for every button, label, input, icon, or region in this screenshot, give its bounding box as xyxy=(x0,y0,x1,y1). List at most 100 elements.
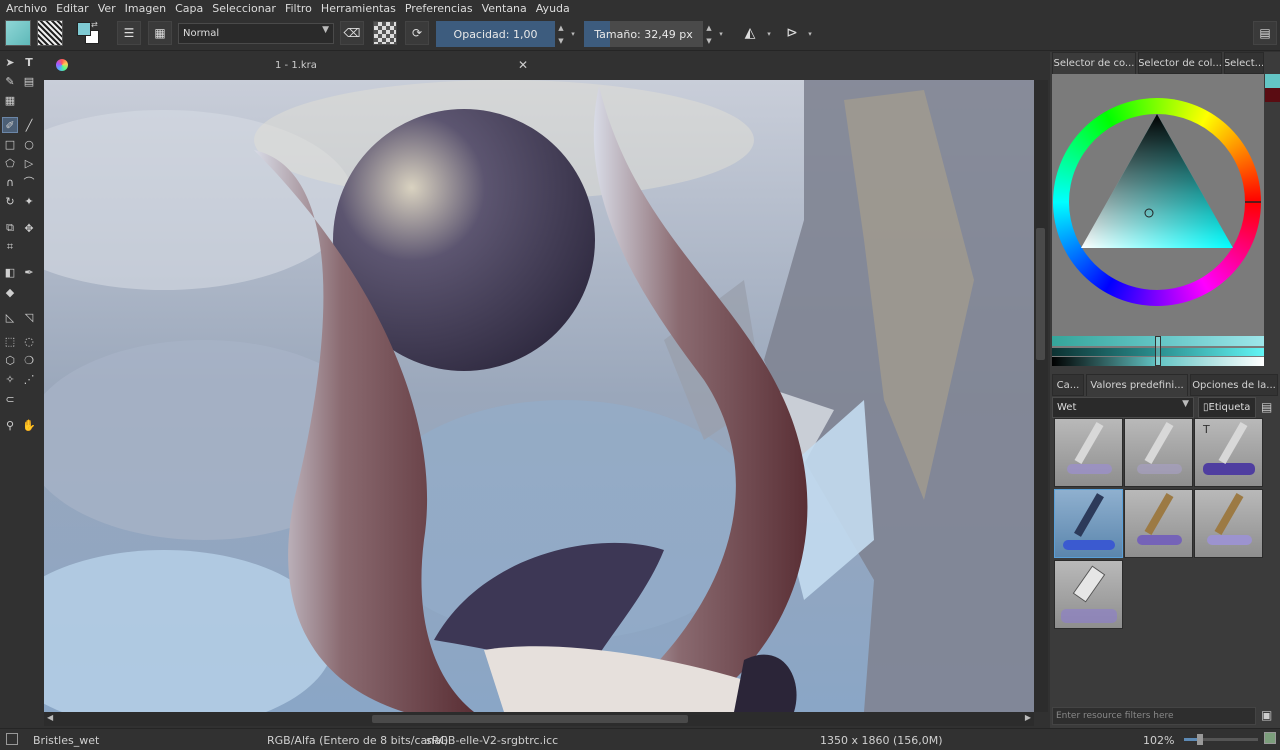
text-tool-icon[interactable]: T xyxy=(21,54,37,70)
mirror-h-dropdown-icon[interactable]: ▾ xyxy=(764,21,774,47)
menu-preferencias[interactable]: Preferencias xyxy=(405,2,473,15)
horizontal-scroll-thumb[interactable] xyxy=(372,715,688,723)
tag-select[interactable]: ▯ Etiqueta xyxy=(1198,397,1256,418)
flip-horizontal-icon[interactable]: ◭ xyxy=(738,21,762,45)
color-slider-handle[interactable] xyxy=(1155,336,1161,366)
reload-icon[interactable]: ⟳ xyxy=(405,21,429,45)
preset-view-options-icon[interactable]: ▤ xyxy=(1261,400,1272,414)
menu-filtro[interactable]: Filtro xyxy=(285,2,312,15)
preset-filter-select[interactable]: Wet ▼ xyxy=(1052,397,1194,418)
tab-color-selector-3[interactable]: Select... xyxy=(1224,52,1264,74)
eraser-icon[interactable]: ⌫ xyxy=(340,21,364,45)
flip-vertical-icon[interactable]: ⊳ xyxy=(780,21,804,45)
close-tab-icon[interactable]: ✕ xyxy=(518,58,528,72)
freehand-select-icon[interactable]: ❍ xyxy=(21,352,37,368)
canvas[interactable] xyxy=(44,80,1034,712)
size-dropdown-icon[interactable]: ▾ xyxy=(716,21,726,47)
menu-ver[interactable]: Ver xyxy=(98,2,116,15)
ellipse-tool-icon[interactable]: ○ xyxy=(21,136,37,152)
swap-colors-icon[interactable]: ⇄ xyxy=(91,20,98,29)
brush-preset-5[interactable] xyxy=(1124,489,1193,558)
contiguous-select-icon[interactable]: ✧ xyxy=(2,371,18,387)
transform-tool-icon[interactable]: ⧉ xyxy=(2,220,18,236)
assistant-tool-icon[interactable]: ◺ xyxy=(2,309,18,325)
scroll-left-icon[interactable]: ◀ xyxy=(47,713,53,722)
fill-tool-icon[interactable]: ◆ xyxy=(2,284,18,300)
brush-preset-4-selected[interactable] xyxy=(1054,489,1123,558)
fg-bg-color-selector[interactable]: ⇄ xyxy=(76,20,102,47)
rectangle-tool-icon[interactable]: □ xyxy=(2,136,18,152)
freehand-path-icon[interactable]: ⌒ xyxy=(21,174,37,190)
fullscreen-icon[interactable] xyxy=(1264,732,1276,744)
menu-seleccionar[interactable]: Seleccionar xyxy=(212,2,276,15)
polyline-tool-icon[interactable]: ▷ xyxy=(21,155,37,171)
pattern-swatch[interactable] xyxy=(37,20,63,46)
opacity-slider[interactable]: Opacidad: 1,00 xyxy=(436,21,555,47)
menu-herramientas[interactable]: Herramientas xyxy=(321,2,396,15)
bezier-select-icon[interactable]: ⊂ xyxy=(2,391,18,407)
zoom-level[interactable]: 102% xyxy=(1143,734,1174,747)
menu-editar[interactable]: Editar xyxy=(56,2,89,15)
horizontal-scrollbar[interactable]: ◀ ▶ xyxy=(44,712,1034,726)
tab-advanced-color-selector[interactable]: Selector de co... xyxy=(1052,52,1136,74)
vertical-scroll-thumb[interactable] xyxy=(1036,228,1045,360)
preset-chooser-icon[interactable]: ▦ xyxy=(148,21,172,45)
recent-color-swatch-2[interactable] xyxy=(1265,88,1280,102)
menu-ayuda[interactable]: Ayuda xyxy=(536,2,570,15)
mirror-v-dropdown-icon[interactable]: ▾ xyxy=(805,21,815,47)
polygon-tool-icon[interactable]: ⬠ xyxy=(2,155,18,171)
dynamic-brush-icon[interactable]: ↻ xyxy=(2,193,18,209)
size-slider[interactable]: Tamaño: 32,49 px xyxy=(584,21,703,47)
menu-ventana[interactable]: Ventana xyxy=(482,2,527,15)
pan-icon[interactable]: ✋ xyxy=(21,417,37,433)
ellipse-select-icon[interactable]: ◌ xyxy=(21,333,37,349)
tab-brushes[interactable]: Ca... xyxy=(1052,374,1084,396)
saturation-value-triangle[interactable] xyxy=(1053,98,1261,306)
brush-preset-3[interactable]: T xyxy=(1194,418,1263,487)
menu-archivo[interactable]: Archivo xyxy=(6,2,47,15)
polygon-select-icon[interactable]: ⬡ xyxy=(2,352,18,368)
settings-icon[interactable]: ▤ xyxy=(1253,21,1277,45)
opacity-stepper[interactable]: ▲ ▼ xyxy=(556,21,566,47)
gradient-tool-icon[interactable]: ◧ xyxy=(2,264,18,280)
color-picker-icon[interactable]: ✒ xyxy=(21,264,37,280)
size-stepper[interactable]: ▲ ▼ xyxy=(704,21,714,47)
tab-brush-presets[interactable]: Valores predefini... xyxy=(1086,374,1188,396)
menu-imagen[interactable]: Imagen xyxy=(125,2,166,15)
measure-tool-icon[interactable]: ◹ xyxy=(21,309,37,325)
foreground-color[interactable] xyxy=(77,22,91,36)
similar-select-icon[interactable]: ⋰ xyxy=(21,371,37,387)
blend-mode-select[interactable]: Normal ▼ xyxy=(178,23,334,44)
scroll-right-icon[interactable]: ▶ xyxy=(1025,713,1031,722)
edit-shape-icon[interactable]: ✎ xyxy=(2,73,18,89)
line-tool-icon[interactable]: ╱ xyxy=(21,117,37,133)
recent-color-swatch-1[interactable] xyxy=(1265,74,1280,88)
vertical-scrollbar[interactable] xyxy=(1034,80,1048,712)
zoom-tool-icon[interactable]: ⚲ xyxy=(2,417,18,433)
alpha-lock-icon[interactable] xyxy=(373,21,397,45)
calligraphy-icon[interactable]: ▤ xyxy=(21,73,37,89)
brush-preset-7[interactable] xyxy=(1054,560,1123,629)
brush-editor-icon[interactable]: ☰ xyxy=(117,21,141,45)
move-tool-icon[interactable]: ✥ xyxy=(21,220,37,236)
tab-tool-options[interactable]: Opciones de la... xyxy=(1190,374,1278,396)
opacity-dropdown-icon[interactable]: ▾ xyxy=(568,21,578,47)
save-filter-icon[interactable]: ▣ xyxy=(1261,708,1272,722)
brush-preset-2[interactable] xyxy=(1124,418,1193,487)
zoom-slider-handle[interactable] xyxy=(1197,734,1204,745)
rect-select-icon[interactable]: ⬚ xyxy=(2,333,18,349)
fill-pattern-swatch[interactable] xyxy=(5,20,31,46)
brush-icon[interactable]: ✐ xyxy=(2,117,18,133)
pattern-tool-icon[interactable]: ▦ xyxy=(2,92,18,108)
zoom-slider[interactable] xyxy=(1184,734,1258,745)
resource-filter-input[interactable]: Enter resource filters here xyxy=(1052,707,1256,725)
bezier-tool-icon[interactable]: ∩ xyxy=(2,174,18,190)
multibrush-icon[interactable]: ✦ xyxy=(21,193,37,209)
tab-digital-color-selector[interactable]: Selector de col... xyxy=(1138,52,1222,74)
document-tab-title[interactable]: 1 - 1.kra xyxy=(275,60,317,71)
crop-tool-icon[interactable]: ⌗ xyxy=(2,239,18,255)
brush-preset-6[interactable] xyxy=(1194,489,1263,558)
menu-capa[interactable]: Capa xyxy=(175,2,203,15)
select-shape-icon[interactable]: ➤ xyxy=(2,54,18,70)
brush-preset-1[interactable] xyxy=(1054,418,1123,487)
